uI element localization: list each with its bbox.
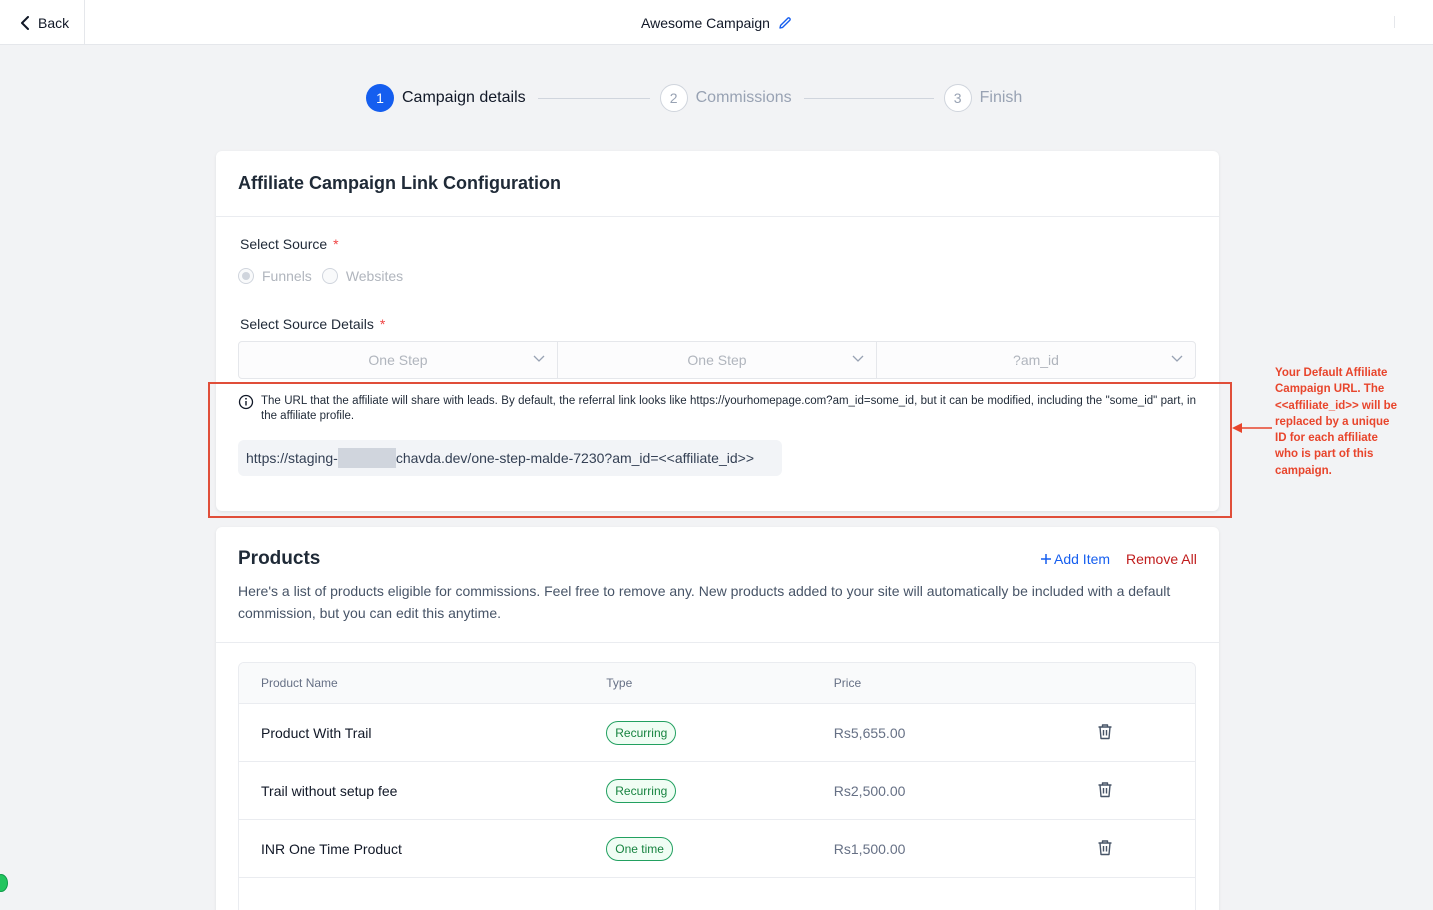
trash-icon[interactable] [1097, 781, 1113, 798]
source-details-selects: One Step One Step ?am_id [238, 341, 1196, 379]
stepper: 1 Campaign details 2 Commissions 3 Finis… [366, 84, 1022, 112]
param-select[interactable]: ?am_id [877, 342, 1195, 378]
type-badge: One time [606, 836, 673, 861]
column-header-price: Price [833, 676, 862, 690]
add-item-label: Add Item [1054, 551, 1111, 567]
funnel-select[interactable]: One Step [239, 342, 558, 378]
step-finish[interactable]: 3 Finish [943, 84, 1023, 112]
column-header-type: Type [606, 676, 633, 690]
step-number: 2 [659, 84, 688, 112]
divider [216, 642, 1219, 643]
select-value: ?am_id [1013, 352, 1059, 368]
add-item-button[interactable]: Add Item [1040, 551, 1110, 567]
product-price: Rs2,500.00 [833, 782, 906, 799]
step-commissions[interactable]: 2 Commissions [659, 84, 792, 112]
type-badge: Recurring [606, 720, 677, 745]
product-price: Rs1,500.00 [833, 840, 906, 857]
table-row: Trail without setup fee Recurring Rs2,50… [239, 761, 1195, 819]
products-table: Product Name Type Price Product With Tra… [238, 662, 1196, 910]
radio-websites-label: Websites [345, 268, 404, 284]
annotation-text: Your Default Affiliate Campaign URL. The… [1275, 367, 1398, 477]
campaign-title: Awesome Campaign [0, 0, 1433, 45]
chevron-down-icon [852, 355, 864, 362]
products-title: Products [238, 548, 321, 569]
chevron-down-icon [1171, 355, 1183, 362]
select-value: One Step [687, 352, 747, 368]
products-card: Products Add Item Remove All Here's a li… [216, 527, 1219, 910]
products-description: Here's a list of products eligible for c… [238, 583, 1171, 621]
table-row-empty [239, 877, 1195, 910]
plus-icon [1041, 554, 1051, 564]
required-mark: * [379, 316, 386, 332]
step-label: Finish [979, 89, 1023, 106]
table-row: Product With Trail Recurring Rs5,655.00 [239, 703, 1195, 761]
step-label: Campaign details [402, 89, 526, 106]
link-config-title: Affiliate Campaign Link Configuration [216, 151, 1219, 217]
table-row: INR One Time Product One time Rs1,500.00 [239, 819, 1195, 877]
column-header-product-name: Product Name [261, 676, 338, 690]
radio-funnels[interactable] [238, 268, 254, 284]
step-campaign-details[interactable]: 1 Campaign details [366, 84, 526, 112]
chat-widget-icon[interactable] [0, 874, 8, 892]
step-connector [537, 97, 650, 99]
top-divider [1394, 16, 1395, 28]
step-select[interactable]: One Step [558, 342, 877, 378]
step-number: 3 [943, 84, 972, 112]
select-source-details-label: Select Source Details * [240, 316, 386, 332]
remove-all-button[interactable]: Remove All [1126, 551, 1197, 567]
annotation-arrow-icon [1232, 423, 1272, 433]
step-connector [803, 97, 934, 99]
select-source-label: Select Source * [240, 236, 339, 252]
radio-funnels-label: Funnels [262, 268, 312, 284]
product-name: INR One Time Product [261, 840, 402, 857]
radio-websites[interactable] [321, 268, 338, 284]
select-value: One Step [368, 352, 428, 368]
required-mark: * [333, 236, 339, 252]
table-header: Product Name Type Price [239, 663, 1195, 703]
pencil-icon[interactable] [778, 16, 792, 30]
top-bar: Back Awesome Campaign [0, 0, 1433, 45]
chevron-down-icon [533, 355, 545, 362]
step-label: Commissions [695, 89, 792, 106]
highlight-box [208, 382, 1232, 518]
campaign-name: Awesome Campaign [641, 14, 770, 31]
source-radio-group: Funnels Websites [238, 268, 413, 284]
trash-icon[interactable] [1097, 839, 1113, 856]
product-name: Product With Trail [261, 724, 372, 741]
product-price: Rs5,655.00 [833, 724, 906, 741]
type-badge: Recurring [606, 778, 677, 803]
trash-icon[interactable] [1097, 723, 1113, 740]
product-name: Trail without setup fee [261, 782, 398, 799]
step-number: 1 [366, 84, 394, 112]
